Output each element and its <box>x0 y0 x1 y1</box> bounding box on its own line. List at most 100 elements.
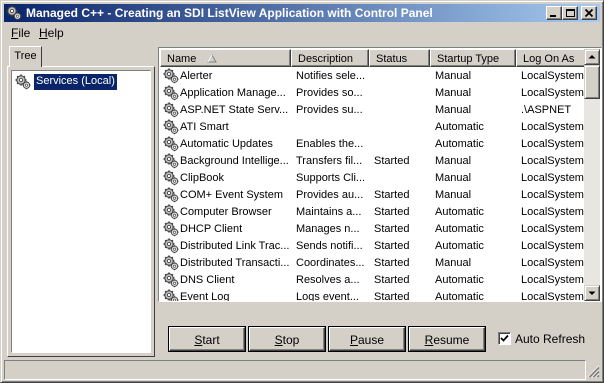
cell-logon: LocalSystem <box>521 274 584 286</box>
cell-name: Automatic Updates <box>180 138 273 150</box>
cell-startup: Automatic <box>435 291 484 302</box>
start-button-label: tart <box>202 333 220 347</box>
service-gear-icon <box>163 119 179 135</box>
menu-bar: File Help <box>4 23 600 41</box>
menu-file[interactable]: File <box>11 26 30 40</box>
service-gear-icon <box>163 255 179 271</box>
scroll-down-button[interactable] <box>584 285 600 301</box>
cell-name: Distributed Link Trac... <box>180 240 290 252</box>
table-row[interactable]: ASP.NET State Serv... Provides su... Manua… <box>160 102 584 119</box>
cell-status: Started <box>374 206 410 218</box>
cell-name: Event Log <box>180 291 230 302</box>
cell-logon: LocalSystem <box>521 155 584 167</box>
cell-startup: Automatic <box>435 206 484 218</box>
cell-name: Alerter <box>180 70 213 82</box>
table-row[interactable]: Automatic Updates Enables the... Automatic… <box>160 136 584 153</box>
table-row[interactable]: ClipBook Supports Cli... Manual LocalSystem <box>160 170 584 187</box>
cell-description: Maintains a... <box>296 206 362 218</box>
cell-name: DNS Client <box>180 274 235 286</box>
cell-logon: LocalSystem <box>521 189 584 201</box>
table-row[interactable]: Event Log Logs event... Started Automatic Lo… <box>160 289 584 302</box>
gear-icon <box>6 5 22 21</box>
cell-startup: Automatic <box>435 274 484 286</box>
stop-button[interactable]: Stop <box>249 327 325 351</box>
cell-name: ATI Smart <box>180 121 229 133</box>
table-row[interactable]: COM+ Event System Provides au... Started Ma… <box>160 187 584 204</box>
menu-help[interactable]: Help <box>39 26 64 40</box>
cell-startup: Manual <box>435 104 472 116</box>
cell-description: Logs event... <box>296 291 359 302</box>
service-gear-icon <box>163 272 179 288</box>
service-gear-icon <box>163 187 179 203</box>
table-row[interactable]: DHCP Client Manages n... Started Automatic L… <box>160 221 584 238</box>
column-header-log-on-as-label: Log On As <box>523 53 575 65</box>
service-gear-icon <box>15 74 31 90</box>
scroll-up-button[interactable] <box>584 49 600 65</box>
cell-description: Enables the... <box>296 138 364 150</box>
service-gear-icon <box>163 238 179 254</box>
table-row[interactable]: Computer Browser Maintains a... Started Aut… <box>160 204 584 221</box>
column-header-startup-type[interactable]: Startup Type <box>430 49 516 67</box>
table-row[interactable]: Application Manage... Provides so... Manua… <box>160 85 584 102</box>
service-gear-icon <box>163 170 179 186</box>
tab-tree[interactable]: Tree <box>9 46 42 67</box>
stop-button-accel: S <box>274 333 283 347</box>
main-window: Managed C++ - Creating an SDI ListView A… <box>0 0 604 383</box>
pause-button[interactable]: Pause <box>329 327 405 351</box>
table-row[interactable]: Distributed Transacti... Coordinates... St… <box>160 255 584 272</box>
cell-name: ClipBook <box>180 172 225 184</box>
service-gear-icon <box>163 289 179 301</box>
table-row[interactable]: Background Intellige... Transfers fil... S… <box>160 153 584 170</box>
table-row[interactable]: DNS Client Resolves a... Started Automatic L… <box>160 272 584 289</box>
column-header-name[interactable]: Name <box>160 49 291 67</box>
resize-grip-icon[interactable] <box>586 364 600 378</box>
cell-startup: Manual <box>435 172 472 184</box>
service-gear-icon <box>163 102 179 118</box>
cell-status: Started <box>374 274 410 286</box>
tree-view[interactable]: Services (Local) <box>11 70 151 353</box>
vertical-scrollbar[interactable] <box>584 49 600 301</box>
cell-name: COM+ Event System <box>180 189 284 201</box>
stop-button-label: top <box>282 333 300 347</box>
cell-startup: Manual <box>435 257 472 269</box>
cell-name: Distributed Transacti... <box>180 257 290 269</box>
column-header-description-label: Description <box>298 53 354 65</box>
cell-logon: LocalSystem <box>521 87 584 99</box>
cell-logon: .\ASPNET <box>521 104 572 116</box>
auto-refresh-label: Auto Refresh <box>515 332 586 346</box>
cell-startup: Automatic <box>435 223 484 235</box>
title-bar[interactable]: Managed C++ - Creating an SDI ListView A… <box>4 4 600 22</box>
cell-description: Sends notifi... <box>296 240 363 252</box>
scroll-thumb[interactable] <box>584 65 600 99</box>
tree-node-label: Services (Local) <box>33 73 118 91</box>
arrow-up-icon <box>588 55 596 59</box>
cell-description: Supports Cli... <box>296 172 366 184</box>
minimize-button[interactable] <box>546 6 562 20</box>
cell-logon: LocalSystem <box>521 223 584 235</box>
cell-startup: Manual <box>435 70 472 82</box>
services-list-view[interactable]: Name Description Status Startup Type Log… <box>158 47 602 302</box>
column-header-description[interactable]: Description <box>291 49 369 67</box>
close-icon <box>584 8 594 18</box>
list-rows: Alerter Notifies sele... Manual LocalSystem… <box>160 68 584 302</box>
status-panel <box>4 360 586 380</box>
cell-startup: Automatic <box>435 138 484 150</box>
resume-button[interactable]: Resume <box>409 327 485 351</box>
table-row[interactable]: Distributed Link Trac... Sends notifi... S… <box>160 238 584 255</box>
tree-tab-panel: Services (Local) <box>7 66 155 357</box>
close-button[interactable] <box>581 6 597 20</box>
table-row[interactable]: Alerter Notifies sele... Manual LocalSystem <box>160 68 584 85</box>
start-button[interactable]: Start <box>169 327 245 351</box>
tree-pane: Tree Services (Local) <box>5 45 155 357</box>
service-gear-icon <box>163 68 179 84</box>
column-header-status[interactable]: Status <box>369 49 430 67</box>
table-row[interactable]: ATI Smart Automatic LocalSystem <box>160 119 584 136</box>
maximize-button[interactable] <box>562 6 578 20</box>
cell-description: Coordinates... <box>296 257 365 269</box>
pause-button-accel: P <box>349 333 358 347</box>
cell-startup: Automatic <box>435 121 484 133</box>
cell-status: Started <box>374 240 410 252</box>
auto-refresh-checkbox-box[interactable] <box>498 332 511 345</box>
cell-name: Background Intellige... <box>180 155 289 167</box>
cell-startup: Automatic <box>435 240 484 252</box>
